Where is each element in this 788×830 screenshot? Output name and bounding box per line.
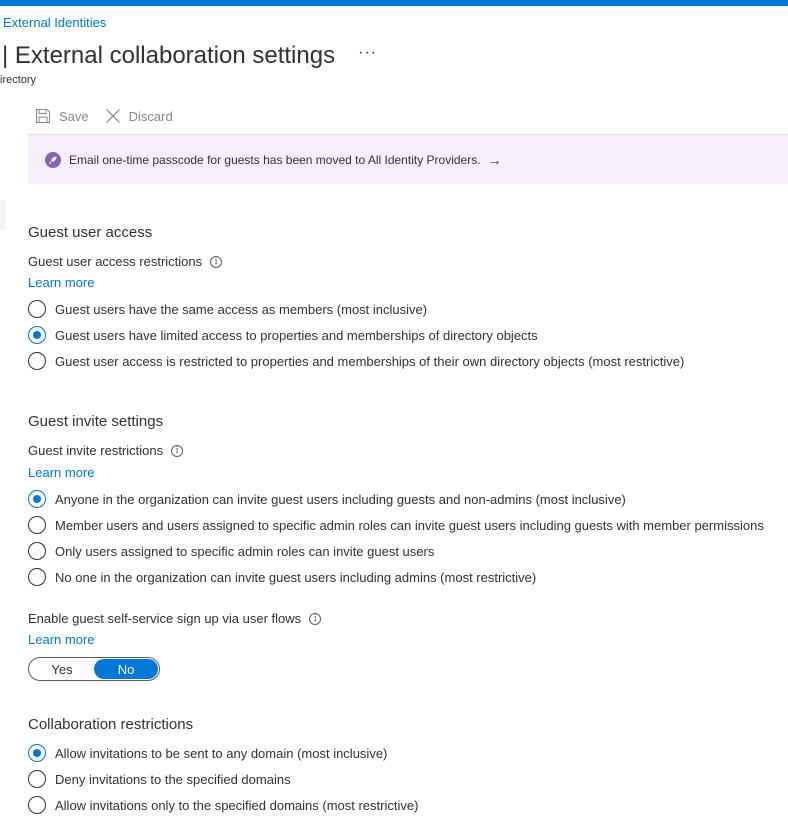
save-icon [36,109,50,123]
radio-button[interactable] [28,352,46,370]
arrow-right-icon[interactable]: → [488,152,502,168]
radio-invite-admins-only[interactable]: Only users assigned to specific admin ro… [28,542,434,560]
learn-more-link[interactable]: Learn more [28,275,94,290]
radio-label: No one in the organization can invite gu… [55,569,537,585]
command-bar: Save Discard [35,105,189,127]
radio-button[interactable] [28,796,46,814]
discard-label: Discard [128,108,173,124]
radio-button-selected[interactable] [28,326,46,344]
guest-invite-restrictions-label: Guest invite restrictions i [28,443,184,458]
close-icon [105,109,120,123]
radio-guest-access-same-as-members[interactable]: Guest users have the same access as memb… [28,300,427,318]
field-label-text: Guest invite restrictions [28,443,164,458]
radio-deny-specified-domains[interactable]: Deny invitations to the specified domain… [28,770,291,788]
page-subtitle: irectory [0,74,37,86]
radio-label: Allow invitations to be sent to any doma… [55,745,388,761]
radio-label: Allow invitations only to the specified … [55,797,419,813]
breadcrumb-external-identities[interactable]: External Identities [3,15,106,30]
radio-label: Guest users have limited access to prope… [55,327,538,343]
radio-invite-anyone[interactable]: Anyone in the organization can invite gu… [28,490,626,508]
save-button[interactable]: Save [35,108,89,124]
radio-guest-access-restricted[interactable]: Guest user access is restricted to prope… [28,352,684,370]
radio-invite-no-one[interactable]: No one in the organization can invite gu… [28,568,536,586]
radio-button[interactable] [28,516,46,534]
radio-button[interactable] [28,542,46,560]
radio-label: Guest users have the same access as memb… [55,301,428,317]
toggle-option-yes[interactable]: Yes [30,659,94,679]
rocket-icon [45,151,61,168]
section-heading-collaboration-restrictions: Collaboration restrictions [28,716,194,733]
radio-guest-access-limited[interactable]: Guest users have limited access to prope… [28,326,538,344]
radio-label: Only users assigned to specific admin ro… [55,543,435,559]
self-service-signup-toggle[interactable]: Yes No [28,657,160,681]
top-accent-bar [0,0,788,6]
more-options-button[interactable]: ··· [358,44,377,62]
sidebar-edge [0,200,6,230]
self-service-signup-label: Enable guest self-service sign up via us… [28,611,322,626]
radio-label: Guest user access is restricted to prope… [55,353,685,369]
discard-button[interactable]: Discard [105,108,173,124]
radio-button[interactable] [28,568,46,586]
info-icon[interactable]: i [309,612,322,625]
radio-label: Member users and users assigned to speci… [55,517,764,533]
radio-button[interactable] [28,300,46,318]
section-heading-guest-user-access: Guest user access [28,224,153,241]
page-title: | External collaboration settings [2,42,336,69]
save-label: Save [59,108,89,124]
learn-more-link[interactable]: Learn more [28,632,94,647]
learn-more-link[interactable]: Learn more [28,465,94,480]
radio-button-selected[interactable] [28,744,46,762]
info-icon[interactable]: i [171,444,184,457]
radio-invite-members-and-admins[interactable]: Member users and users assigned to speci… [28,516,764,534]
section-heading-guest-invite-settings: Guest invite settings [28,413,164,430]
banner-text: Email one-time passcode for guests has b… [69,152,481,167]
radio-allow-only-specified-domains[interactable]: Allow invitations only to the specified … [28,796,418,814]
info-icon[interactable]: i [210,255,223,268]
radio-label: Anyone in the organization can invite gu… [55,491,626,507]
field-label-text: Guest user access restrictions [28,254,203,269]
radio-button-selected[interactable] [28,490,46,508]
radio-button[interactable] [28,770,46,788]
field-label-text: Enable guest self-service sign up via us… [28,611,302,626]
toggle-option-no[interactable]: No [94,659,158,679]
radio-allow-any-domain[interactable]: Allow invitations to be sent to any doma… [28,744,387,762]
guest-user-access-restrictions-label: Guest user access restrictions i [28,254,223,269]
info-banner[interactable]: Email one-time passcode for guests has b… [28,134,788,184]
radio-label: Deny invitations to the specified domain… [55,771,291,787]
